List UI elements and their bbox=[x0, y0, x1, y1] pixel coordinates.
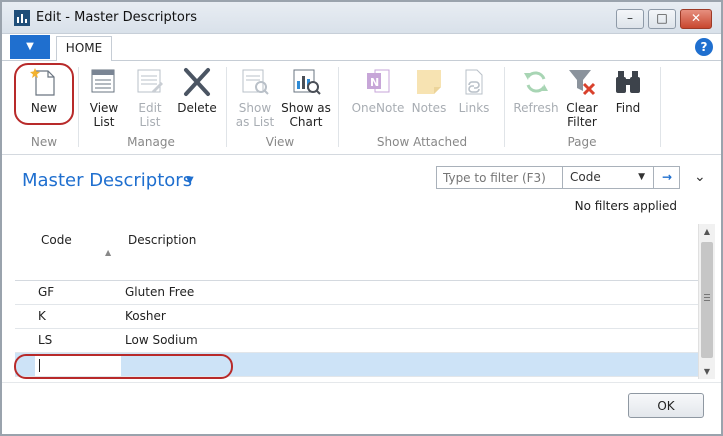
refresh-button[interactable]: Refresh bbox=[512, 67, 560, 115]
minimize-button[interactable]: – bbox=[616, 9, 644, 29]
show-as-chart-label-1: Show as bbox=[281, 101, 331, 115]
svg-text:N: N bbox=[370, 76, 379, 89]
footer-divider bbox=[2, 382, 721, 383]
show-as-chart-button[interactable]: Show as Chart bbox=[280, 67, 332, 129]
edit-list-button[interactable]: Edit List bbox=[128, 67, 172, 129]
tab-home[interactable]: HOME bbox=[56, 36, 112, 62]
ribbon: New New View List Edit List Delete Manag… bbox=[2, 61, 721, 155]
clear-filter-icon bbox=[566, 67, 598, 97]
page-title[interactable]: Master Descriptors bbox=[22, 170, 192, 191]
cell-code: LS bbox=[38, 333, 53, 347]
show-as-chart-label-2: Chart bbox=[289, 115, 323, 129]
clear-filter-label-2: Filter bbox=[567, 115, 597, 129]
notes-button[interactable]: Notes bbox=[408, 67, 450, 115]
links-icon bbox=[458, 67, 490, 97]
grid-header: Code ▲ Description bbox=[15, 224, 698, 281]
ribbon-group-page: Refresh Clear Filter Find Page bbox=[506, 61, 658, 153]
show-as-chart-icon bbox=[290, 67, 322, 97]
filter-status: No filters applied bbox=[574, 199, 677, 213]
notes-label: Notes bbox=[411, 101, 447, 115]
ribbon-separator bbox=[338, 67, 339, 147]
scroll-up-icon[interactable]: ▲ bbox=[699, 227, 715, 236]
edit-list-label-1: Edit bbox=[138, 101, 162, 115]
find-label: Find bbox=[615, 101, 641, 115]
delete-button[interactable]: Delete bbox=[174, 67, 220, 115]
group-label-view: View bbox=[265, 135, 295, 149]
app-icon bbox=[14, 10, 30, 26]
ribbon-group-view: Show as List Show as Chart View bbox=[228, 61, 332, 153]
table-row[interactable]: K Kosher bbox=[15, 305, 698, 329]
clear-filter-label-1: Clear bbox=[566, 101, 598, 115]
table-row[interactable]: GF Gluten Free bbox=[15, 281, 698, 305]
ribbon-tab-bar: ▼ HOME ? bbox=[2, 35, 721, 62]
links-label: Links bbox=[458, 101, 490, 115]
scroll-down-icon[interactable]: ▼ bbox=[699, 367, 715, 376]
cell-description: Gluten Free bbox=[125, 285, 195, 299]
title-bar: Edit - Master Descriptors – □ ✕ bbox=[2, 2, 721, 34]
maximize-button[interactable]: □ bbox=[648, 9, 676, 29]
onenote-label: OneNote bbox=[351, 101, 405, 115]
view-list-icon bbox=[88, 67, 120, 97]
column-header-code[interactable]: Code bbox=[41, 233, 72, 247]
links-button[interactable]: Links bbox=[452, 67, 496, 115]
edit-window: Edit - Master Descriptors – □ ✕ ▼ HOME ?… bbox=[0, 0, 723, 436]
show-as-list-icon bbox=[239, 67, 271, 97]
window-title: Edit - Master Descriptors bbox=[36, 10, 197, 25]
ribbon-separator bbox=[660, 67, 661, 147]
group-label-show-attached: Show Attached bbox=[376, 135, 468, 149]
clear-filter-button[interactable]: Clear Filter bbox=[560, 67, 604, 129]
group-label-new: New bbox=[30, 135, 58, 149]
onenote-button[interactable]: N OneNote bbox=[348, 67, 408, 115]
find-button[interactable]: Find bbox=[606, 67, 650, 115]
delete-label: Delete bbox=[177, 101, 217, 115]
ribbon-separator bbox=[78, 67, 79, 147]
delete-icon bbox=[181, 67, 213, 97]
show-as-list-button[interactable]: Show as List bbox=[232, 67, 278, 129]
new-row-highlight bbox=[14, 354, 233, 379]
view-list-button[interactable]: View List bbox=[82, 67, 126, 129]
cell-code: K bbox=[38, 309, 46, 323]
ribbon-separator bbox=[226, 67, 227, 147]
application-menu-button[interactable]: ▼ bbox=[10, 35, 50, 59]
help-icon[interactable]: ? bbox=[695, 38, 713, 56]
onenote-icon: N bbox=[362, 67, 394, 97]
cell-description: Low Sodium bbox=[125, 333, 198, 347]
sort-ascending-icon: ▲ bbox=[105, 248, 112, 257]
edit-list-icon bbox=[134, 67, 166, 97]
column-header-description[interactable]: Description bbox=[128, 233, 196, 247]
show-as-list-label-2: as List bbox=[235, 115, 275, 129]
vertical-scrollbar[interactable]: ▲ ▼ bbox=[698, 224, 715, 379]
ribbon-group-manage: View List Edit List Delete Manage bbox=[80, 61, 222, 153]
group-label-manage: Manage bbox=[127, 135, 175, 149]
scroll-thumb[interactable] bbox=[701, 242, 713, 358]
ok-button[interactable]: OK bbox=[628, 393, 704, 418]
filter-field-select[interactable]: Code ▼ bbox=[564, 167, 654, 188]
group-label-page: Page bbox=[567, 135, 597, 149]
filter-bar: Code ▼ → bbox=[436, 166, 680, 189]
filter-input[interactable] bbox=[437, 167, 563, 188]
view-list-label-1: View bbox=[89, 101, 119, 115]
table-row[interactable]: LS Low Sodium bbox=[15, 329, 698, 353]
filter-field-value: Code bbox=[570, 170, 601, 184]
collapse-chevron-icon[interactable]: ⌄ bbox=[694, 169, 706, 185]
notes-icon bbox=[413, 67, 445, 97]
binoculars-icon bbox=[612, 67, 644, 97]
view-list-label-2: List bbox=[93, 115, 115, 129]
refresh-label: Refresh bbox=[513, 101, 559, 115]
cell-description: Kosher bbox=[125, 309, 166, 323]
apply-filter-arrow-icon[interactable]: → bbox=[655, 167, 679, 188]
show-as-list-label-1: Show bbox=[238, 101, 272, 115]
edit-list-label-2: List bbox=[139, 115, 161, 129]
cell-code: GF bbox=[38, 285, 55, 299]
close-button[interactable]: ✕ bbox=[680, 9, 712, 29]
ribbon-group-show-attached: N OneNote Notes Links Show Attached bbox=[342, 61, 502, 153]
chevron-down-icon: ▼ bbox=[638, 172, 645, 182]
title-menu-caret-icon[interactable]: ▼ bbox=[186, 175, 194, 186]
ribbon-separator bbox=[504, 67, 505, 147]
new-button-highlight bbox=[14, 63, 74, 125]
refresh-icon bbox=[520, 67, 552, 97]
